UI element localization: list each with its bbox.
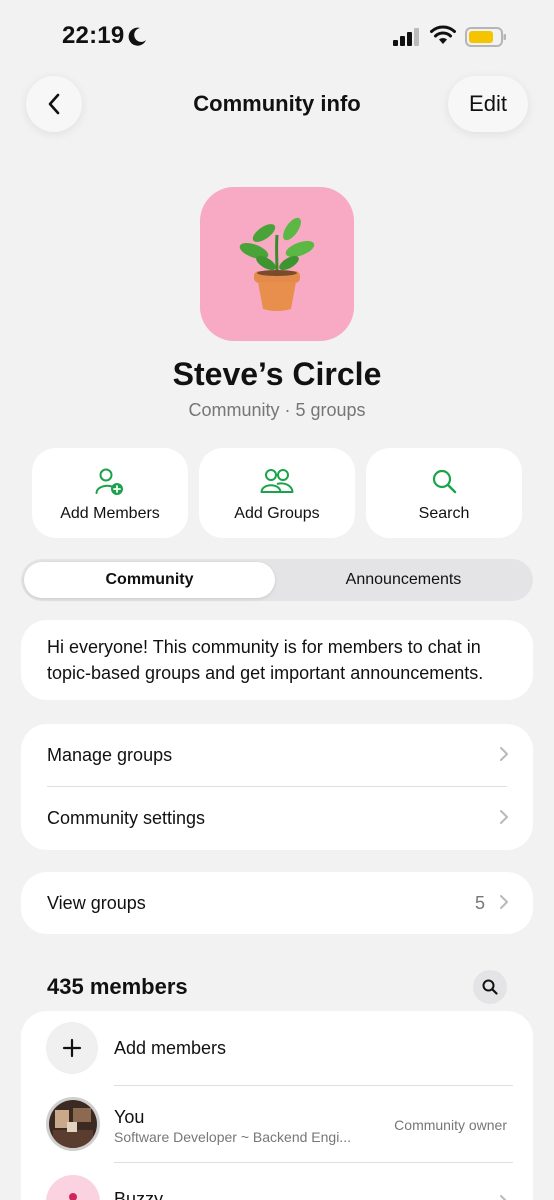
add-member-icon [95,468,123,495]
profile-photo [69,1193,77,1200]
plus-icon [62,1038,82,1058]
settings-card: Manage groups Community settings [21,724,533,850]
add-members-row-label: Add members [114,1038,227,1058]
chevron-right-icon [500,895,508,909]
tab-announcements[interactable]: Announcements [277,562,530,598]
status-time: 22:19 [62,22,125,49]
search-label: Search [418,505,470,522]
tab-community[interactable]: Community [24,562,275,598]
search-icon [482,979,498,995]
divider [114,1085,513,1086]
members-card: Add members You Software Developer ~ Bac… [21,1011,533,1200]
avatar [46,1097,100,1151]
search-icon [432,469,457,494]
community-settings-row[interactable]: Community settings [21,787,533,849]
edit-button[interactable]: Edit [448,76,528,132]
chevron-right-icon [500,810,508,824]
search-action[interactable]: Search [366,448,522,538]
chevron-right-icon [500,1195,507,1200]
view-groups-row[interactable]: View groups 5 [21,872,533,934]
manage-groups-row[interactable]: Manage groups [21,724,533,786]
add-members-action[interactable]: Add Members [32,448,188,538]
potted-plant-icon [239,217,315,311]
groups-icon [260,469,294,493]
chevron-right-icon [500,747,508,761]
community-avatar[interactable] [200,187,354,341]
avatar [46,1175,100,1200]
groups-count: 5 [474,892,485,913]
add-groups-action[interactable]: Add Groups [199,448,355,538]
member-name: Buzzy [114,1189,164,1200]
signal-icon [393,28,419,46]
community-name: Steve’s Circle [172,356,382,392]
member-role-badge: Community owner [394,1117,507,1133]
view-groups-label: View groups [47,892,146,913]
wifi-icon [430,25,456,44]
view-groups-card: View groups 5 [21,872,533,934]
add-groups-label: Add Groups [234,505,320,522]
status-bar: 22:19 [0,0,554,70]
members-count-heading: 435 members [47,974,188,999]
moon-icon [128,27,146,46]
profile-photo [49,1100,97,1148]
add-members-label: Add Members [60,505,160,522]
tab-bar: Community Announcements [21,559,533,601]
community-subtitle: Community · 5 groups [188,400,366,420]
community-description: Hi everyone! This community is for membe… [21,620,533,700]
manage-groups-label: Manage groups [47,744,173,765]
divider [114,1162,513,1163]
battery-icon [465,27,506,47]
member-about: Software Developer ~ Backend Engi... [114,1129,351,1145]
community-settings-label: Community settings [47,807,206,828]
add-members-circle[interactable] [46,1022,98,1074]
members-search-button[interactable] [473,970,507,1004]
member-name: You [114,1107,145,1127]
